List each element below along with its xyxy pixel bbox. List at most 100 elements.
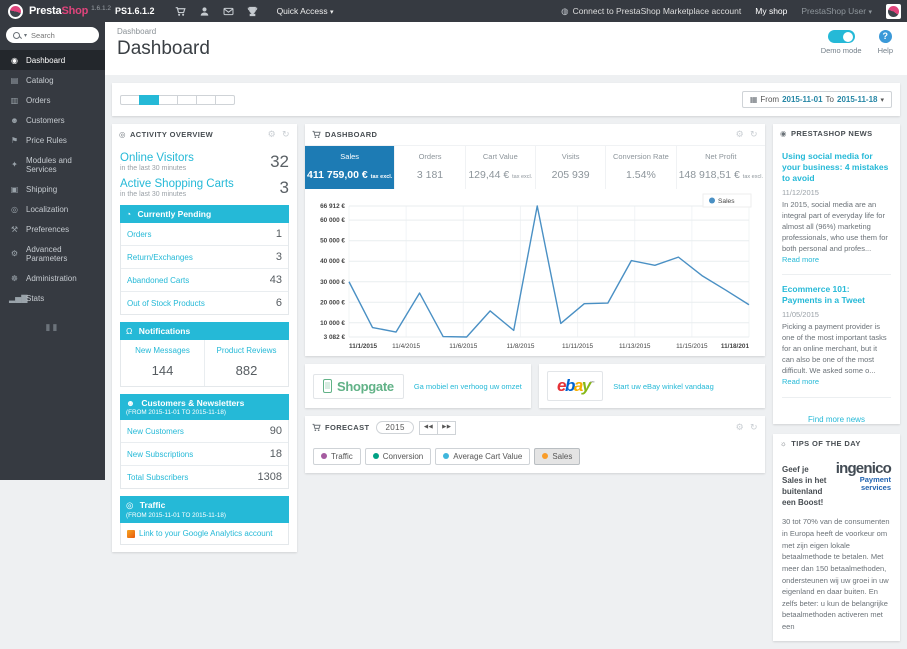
- search-box[interactable]: ▾: [6, 27, 99, 43]
- chevron-down-icon: ▾: [880, 96, 884, 104]
- stat-row[interactable]: New Customers 90: [121, 420, 288, 443]
- quick-access-menu[interactable]: Quick Access ▾: [277, 6, 334, 16]
- legend-label: Sales: [552, 452, 572, 461]
- date-range-picker[interactable]: ▦ From 2015-11-01 To 2015-11-18 ▾: [742, 91, 892, 108]
- refresh-icon[interactable]: ↻: [750, 422, 758, 433]
- sidebar-item[interactable]: ⚒ Preferences: [0, 219, 105, 239]
- sidebar-item[interactable]: ⚑ Price Rules: [0, 130, 105, 150]
- stat-row-value: 90: [270, 425, 282, 437]
- notification-label: Product Reviews: [207, 346, 286, 355]
- sidebar-item[interactable]: ▣ Shipping: [0, 179, 105, 199]
- tips-title: TIPS OF THE DAY: [791, 439, 860, 448]
- pending-section-header: ◔ Currently Pending: [120, 205, 289, 223]
- stat-row-label: New Customers: [127, 427, 184, 436]
- period-tab[interactable]: [196, 95, 216, 105]
- next-period-button[interactable]: ▶▶: [437, 421, 456, 435]
- period-tabs: [120, 95, 234, 105]
- user-menu[interactable]: PrestaShop User ▾: [801, 6, 872, 16]
- forecast-legend-button[interactable]: Traffic: [313, 448, 361, 465]
- svg-text:11/11/2015: 11/11/2015: [562, 343, 593, 350]
- sidebar-item[interactable]: ▤ Catalog: [0, 70, 105, 90]
- find-more-news-link[interactable]: Find more news: [773, 415, 900, 424]
- period-tab[interactable]: [158, 95, 178, 105]
- gear-icon[interactable]: ⚙: [268, 129, 276, 140]
- online-visitors-link[interactable]: Online Visitors: [120, 152, 194, 164]
- collapse-menu-icon[interactable]: ▮▮: [0, 322, 105, 333]
- read-more-link[interactable]: Read more: [782, 255, 819, 264]
- period-tab[interactable]: [139, 95, 159, 105]
- envelope-icon[interactable]: [217, 5, 241, 16]
- period-tab[interactable]: [120, 95, 140, 105]
- kpi-tile[interactable]: Orders 3 181: [395, 146, 465, 189]
- stat-row[interactable]: Out of Stock Products 6: [121, 292, 288, 314]
- notifications-section-header: Ω Notifications: [120, 322, 289, 340]
- stat-row-value: 43: [270, 274, 282, 286]
- sidebar-item[interactable]: ⚙ Advanced Parameters: [0, 239, 105, 268]
- divider: [782, 274, 891, 275]
- cart-icon[interactable]: [169, 5, 193, 16]
- news-article-date: 11/05/2015: [782, 310, 891, 319]
- traffic-section-header: ◎ Traffic (FROM 2015-11-01 TO 2015-11-18…: [120, 496, 289, 523]
- date-to-value: 2015-11-18: [837, 95, 877, 104]
- sidebar-item[interactable]: ◎ Localization: [0, 199, 105, 219]
- shopgate-link[interactable]: Ga mobiel en verhoog uw omzet: [414, 382, 522, 391]
- news-article-title[interactable]: Ecommerce 101: Payments in a Tweet: [782, 284, 891, 306]
- news-article: Ecommerce 101: Payments in a Tweet 11/05…: [782, 284, 891, 397]
- gear-icon[interactable]: ⚙: [736, 129, 744, 140]
- trophy-icon[interactable]: [241, 5, 265, 16]
- kpi-tile[interactable]: Conversion Rate 1.54%: [606, 146, 676, 189]
- read-more-link[interactable]: Read more: [782, 377, 819, 386]
- stat-row[interactable]: Return/Exchanges 3: [121, 246, 288, 269]
- stat-row[interactable]: Orders 1: [121, 223, 288, 246]
- forecast-legend-button[interactable]: Conversion: [365, 448, 431, 465]
- marketplace-link[interactable]: ◍Connect to PrestaShop Marketplace accou…: [561, 6, 741, 17]
- demo-mode-toggle[interactable]: [828, 30, 855, 43]
- sidebar-item-label: Price Rules: [26, 136, 67, 145]
- person-icon[interactable]: [193, 5, 217, 16]
- period-tab[interactable]: [177, 95, 197, 105]
- search-input[interactable]: [31, 31, 92, 40]
- phone-icon: [323, 379, 332, 393]
- kpi-tile[interactable]: Net Profit 148 918,51 € tax excl.: [677, 146, 765, 189]
- sidebar-item[interactable]: ▥ Orders: [0, 90, 105, 110]
- sidebar-item[interactable]: ▂▅▇ Stats: [0, 288, 105, 308]
- gear-icon[interactable]: ⚙: [736, 422, 744, 433]
- prestashop-logo: [8, 4, 23, 19]
- sidebar-item[interactable]: ✦ Modules and Services: [0, 150, 105, 179]
- kpi-tile[interactable]: Sales 411 759,00 € tax excl.: [305, 146, 395, 189]
- previous-period-button[interactable]: ◀◀: [419, 421, 438, 435]
- kpi-suffix: tax excl.: [743, 174, 763, 180]
- sidebar-item[interactable]: ☻ Customers: [0, 110, 105, 130]
- ebay-link[interactable]: Start uw eBay winkel vandaag: [613, 382, 713, 391]
- news-article-title[interactable]: Using social media for your business: 4 …: [782, 151, 891, 184]
- notification-value: 144: [123, 363, 202, 378]
- kpi-tile[interactable]: Cart Value 129,44 € tax excl.: [466, 146, 536, 189]
- date-to-label: To: [826, 95, 834, 104]
- ingenico-logo: ingenico Payment services: [836, 461, 891, 493]
- stat-row[interactable]: Total Subscribers 1308: [121, 466, 288, 488]
- stat-row[interactable]: Abandoned Carts 43: [121, 269, 288, 292]
- notification-cell[interactable]: New Messages 144: [121, 340, 204, 386]
- svg-text:11/15/2015: 11/15/2015: [676, 343, 708, 350]
- my-shop-link[interactable]: My shop: [755, 6, 787, 16]
- refresh-icon[interactable]: ↻: [750, 129, 758, 140]
- avatar[interactable]: [886, 4, 901, 19]
- sales-line-chart[interactable]: 3 082 €10 000 €20 000 €30 000 €40 000 €5…: [307, 192, 759, 352]
- forecast-legend-button[interactable]: Sales: [534, 448, 580, 465]
- svg-text:Sales: Sales: [718, 198, 735, 205]
- kpi-label: Cart Value: [468, 152, 533, 161]
- forecast-year[interactable]: 2015: [376, 421, 413, 434]
- google-analytics-link[interactable]: Link to your Google Analytics account: [127, 529, 282, 538]
- kpi-tile[interactable]: Visits 205 939: [536, 146, 606, 189]
- active-carts-link[interactable]: Active Shopping Carts: [120, 178, 234, 190]
- refresh-icon[interactable]: ↻: [282, 129, 290, 140]
- stat-row[interactable]: New Subscriptions 18: [121, 443, 288, 466]
- forecast-legend-button[interactable]: Average Cart Value: [435, 448, 530, 465]
- period-tab[interactable]: [215, 95, 235, 105]
- notification-cell[interactable]: Product Reviews 882: [204, 340, 288, 386]
- kpi-suffix: tax excl.: [371, 174, 393, 180]
- sidebar-item[interactable]: ◉ Dashboard: [0, 50, 105, 70]
- help-icon[interactable]: ?: [879, 30, 892, 43]
- sidebar-item[interactable]: ☸ Administration: [0, 268, 105, 288]
- sidebar-item-label: Dashboard: [26, 56, 65, 65]
